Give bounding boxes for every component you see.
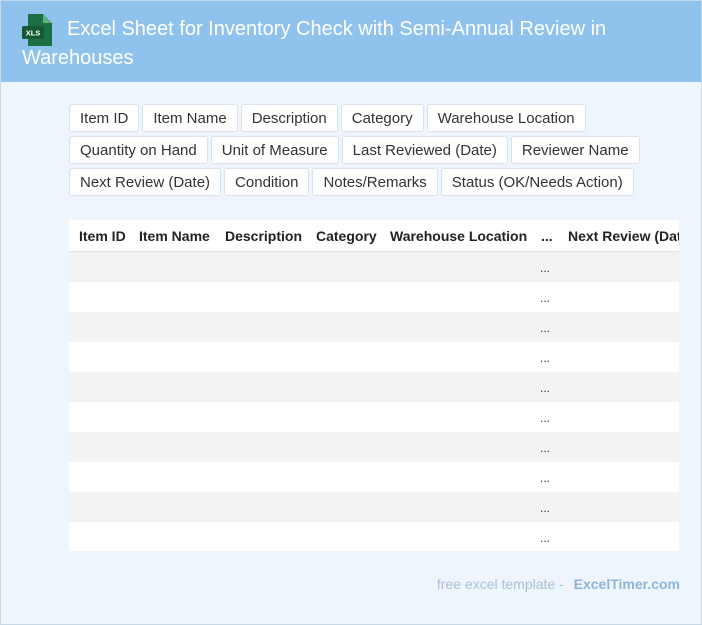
collapsed-columns-cell: ... <box>540 351 551 365</box>
column-tag[interactable]: Item Name <box>142 104 238 132</box>
column-tag[interactable]: Item ID <box>69 104 140 132</box>
collapsed-columns-cell: ... <box>540 531 551 545</box>
collapsed-columns-cell: ... <box>540 381 551 395</box>
column-header[interactable]: ... <box>541 228 568 244</box>
table-row[interactable]: ... <box>69 432 679 462</box>
column-header[interactable]: Item ID <box>69 228 139 244</box>
table-row[interactable]: ... <box>69 492 679 522</box>
column-tag[interactable]: Warehouse Location <box>426 104 586 132</box>
collapsed-columns-cell: ... <box>540 471 551 485</box>
table-header-row: Item ID Item Name Description Category Wareh… <box>69 220 679 252</box>
collapsed-columns-cell: ... <box>540 411 551 425</box>
collapsed-columns-cell: ... <box>540 321 551 335</box>
column-tag[interactable]: Notes/Remarks <box>312 168 438 196</box>
column-header[interactable]: Category <box>316 228 390 244</box>
footer-credit: free excel template - ExcelTimer.com <box>437 576 680 592</box>
collapsed-columns-cell: ... <box>540 261 551 275</box>
column-header[interactable]: Warehouse Location <box>390 228 541 244</box>
column-tag[interactable]: Last Reviewed (Date) <box>341 136 508 164</box>
table-row[interactable]: ... <box>69 282 679 312</box>
table-row[interactable]: ... <box>69 312 679 342</box>
column-tag-list: Item ID Item Name Description Category Wareh… <box>69 104 669 196</box>
footer-prefix: free excel template - <box>436 576 564 592</box>
table-row[interactable]: ... <box>69 522 679 551</box>
template-preview-card: XLS Excel Sheet for Inventory Check with… <box>0 0 702 625</box>
column-tag[interactable]: Reviewer Name <box>510 136 640 164</box>
column-tag[interactable]: Status (OK/Needs Action) <box>440 168 634 196</box>
column-header[interactable]: Next Review (Date) <box>568 228 679 244</box>
table-body: .............................. <box>69 252 679 551</box>
collapsed-columns-cell: ... <box>540 291 551 305</box>
column-header[interactable]: Item Name <box>139 228 225 244</box>
inventory-table: Item ID Item Name Description Category Wareh… <box>69 220 679 551</box>
collapsed-columns-cell: ... <box>540 441 551 455</box>
column-header[interactable]: Description <box>225 228 316 244</box>
header-bar: XLS Excel Sheet for Inventory Check with… <box>1 1 701 82</box>
table-row[interactable]: ... <box>69 462 679 492</box>
table-row[interactable]: ... <box>69 402 679 432</box>
page-title: Excel Sheet for Inventory Check with Sem… <box>22 18 607 69</box>
table-row[interactable]: ... <box>69 252 679 282</box>
table-row[interactable]: ... <box>69 372 679 402</box>
column-tag[interactable]: Condition <box>224 168 310 196</box>
table-row[interactable]: ... <box>69 342 679 372</box>
column-tag[interactable]: Category <box>340 104 424 132</box>
exceltimer-link[interactable]: ExcelTimer.com <box>574 576 680 592</box>
collapsed-columns-cell: ... <box>540 501 551 515</box>
column-tag[interactable]: Next Review (Date) <box>69 168 222 196</box>
column-tag[interactable]: Unit of Measure <box>210 136 339 164</box>
column-tag[interactable]: Description <box>240 104 338 132</box>
column-tag[interactable]: Quantity on Hand <box>69 136 208 164</box>
